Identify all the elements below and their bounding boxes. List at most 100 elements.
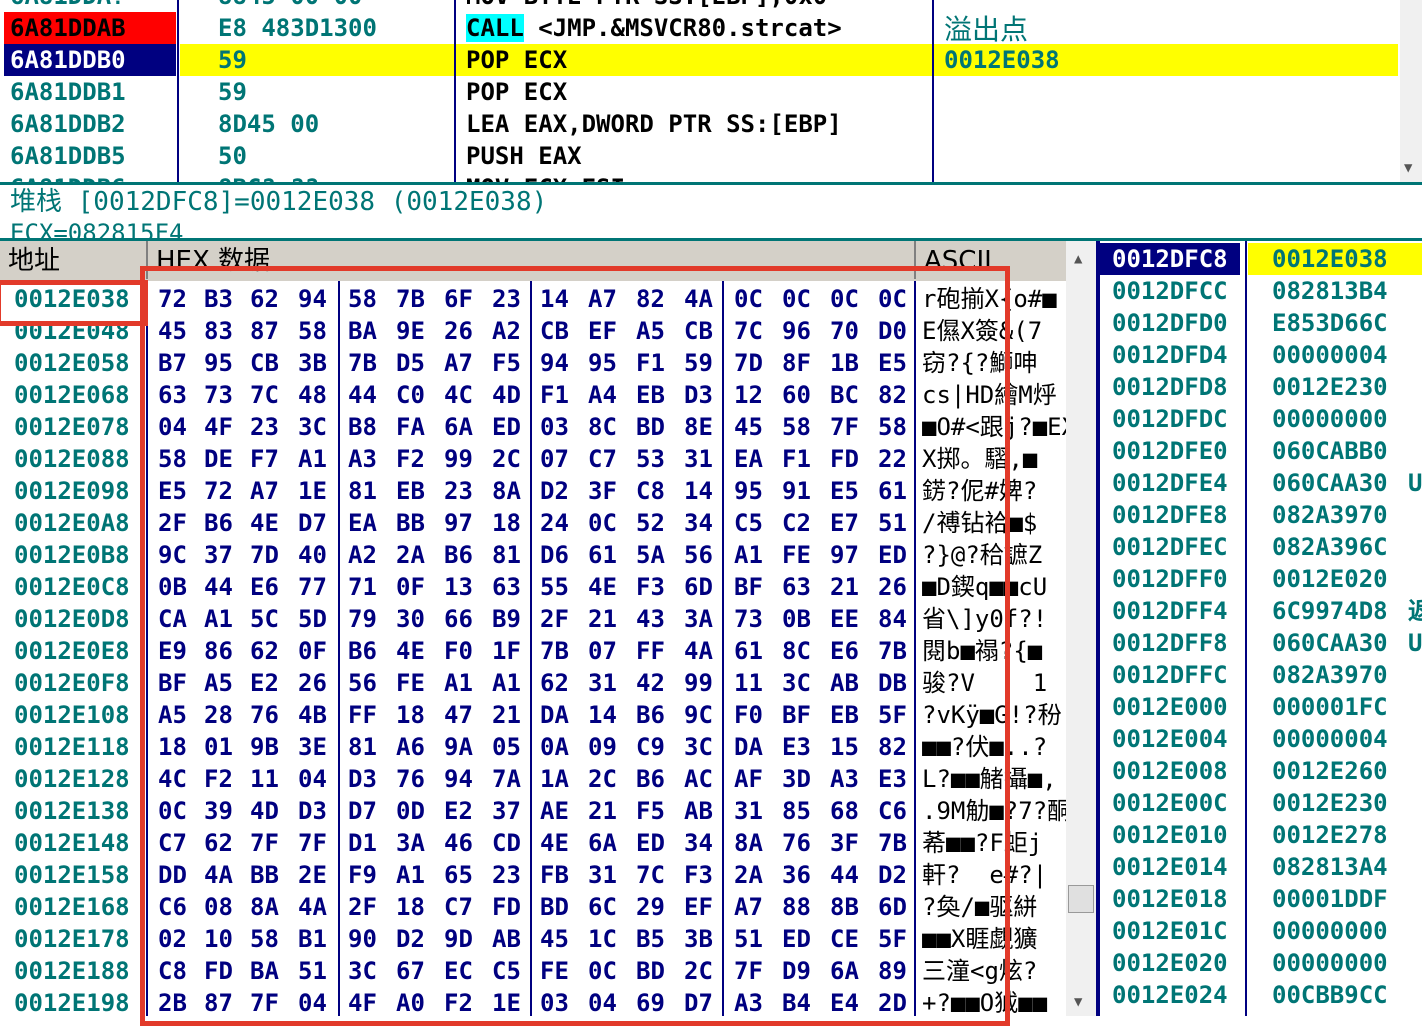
dump-hex-byte[interactable]: 10 [204,923,233,955]
dump-hex-byte[interactable]: 9B [250,731,279,763]
dump-hex-byte[interactable]: 18 [158,731,187,763]
dump-hex-byte[interactable]: 8C [588,411,617,443]
stack-row[interactable]: 0012E00C 0012E230 [1096,787,1422,819]
dump-hex-byte[interactable]: B8 [348,411,377,443]
dump-hex-byte[interactable]: 07 [588,635,617,667]
dump-hex-byte[interactable]: DE [204,443,233,475]
dump-hex-byte[interactable]: 6A [830,955,859,987]
dump-hex-byte[interactable]: 42 [636,667,665,699]
dump-hex-byte[interactable]: 61 [734,635,763,667]
dump-row[interactable]: 0012E098 E5 72 A7 1E 81 EB 23 8A D2 3F C8 14 95 91 E5 61… [0,475,1066,507]
dump-hex-byte[interactable]: 3A [684,603,713,635]
dump-hex-byte[interactable]: 31 [734,795,763,827]
dump-hex-byte[interactable]: 88 [782,891,811,923]
dump-row[interactable]: 0012E118 18 01 9B 3E 81 A6 9A 05 0A 09 C9 3C DA E3 15 82… [0,731,1066,763]
dump-hex-byte[interactable]: 40 [298,539,327,571]
dump-hex-byte[interactable]: 2F [158,507,187,539]
dump-hex-byte[interactable]: 9C [684,699,713,731]
dump-hex-byte[interactable]: D1 [348,827,377,859]
dump-hex-byte[interactable]: 1E [492,987,521,1016]
dump-hex-byte[interactable]: E5 [878,347,907,379]
dump-hex-byte[interactable]: 8A [734,827,763,859]
dump-hex-byte[interactable]: 21 [492,699,521,731]
dump-hex-byte[interactable]: D3 [298,795,327,827]
stack-row[interactable]: 0012E008 0012E260 [1096,755,1422,787]
dump-hex-byte[interactable]: ED [636,827,665,859]
dump-hex-byte[interactable]: A4 [588,379,617,411]
stack-row[interactable]: 0012E004 00000004 [1096,723,1422,755]
dump-row[interactable]: 0012E058 B7 95 CB 3B 7B D5 A7 F5 94 95 F1 59 7D 8F 1B E5… [0,347,1066,379]
dump-hex-byte[interactable]: A5 [158,699,187,731]
dump-hex-byte[interactable]: FD [492,891,521,923]
dump-hex-byte[interactable]: FE [782,539,811,571]
dump-hex-byte[interactable]: 04 [588,987,617,1016]
dump-hex-byte[interactable]: 62 [204,827,233,859]
dump-hex-byte[interactable]: 8A [492,475,521,507]
dump-hex-byte[interactable]: 76 [250,699,279,731]
dump-hex-byte[interactable]: 8C [782,635,811,667]
stack-row[interactable]: 0012DFE4 060CAA30 U [1096,467,1422,499]
dump-hex-byte[interactable]: 83 [204,315,233,347]
dump-hex-byte[interactable]: 72 [158,283,187,315]
dump-hex-byte[interactable]: 24 [540,507,569,539]
dump-hex-byte[interactable]: 58 [298,315,327,347]
dump-hex-byte[interactable]: 91 [782,475,811,507]
dump-hex-byte[interactable]: F1 [782,443,811,475]
dump-hex-byte[interactable]: C8 [158,955,187,987]
dump-hex-byte[interactable]: 4C [444,379,473,411]
dump-hex-byte[interactable]: D2 [540,475,569,507]
dump-hex-byte[interactable]: 6D [684,571,713,603]
dump-hex-byte[interactable]: B7 [158,347,187,379]
dump-hex-byte[interactable]: 7B [396,283,425,315]
dump-hex-byte[interactable]: 82 [878,379,907,411]
dump-hex-byte[interactable]: 8E [684,411,713,443]
dump-hex-byte[interactable]: C5 [734,507,763,539]
dump-hex-byte[interactable]: A3 [734,987,763,1016]
dump-row[interactable]: 0012E048 45 83 87 58 BA 9E 26 A2 CB EF A5 CB 7C 96 70 D0… [0,315,1066,347]
dump-hex-byte[interactable]: 96 [782,315,811,347]
dump-hex-byte[interactable]: 14 [540,283,569,315]
dump-hex-byte[interactable]: 4E [588,571,617,603]
dump-hex-byte[interactable]: A1 [204,603,233,635]
dump-hex-byte[interactable]: 61 [878,475,907,507]
disasm-row[interactable]: 6A81DDB5 50 PUSH EAX [0,140,1408,172]
dump-hex-byte[interactable]: 14 [588,699,617,731]
dump-hex-byte[interactable]: 89 [878,955,907,987]
dump-hex-byte[interactable]: 68 [830,795,859,827]
dump-hex-byte[interactable]: 51 [298,955,327,987]
dump-hex-byte[interactable]: B3 [204,283,233,315]
dump-hex-byte[interactable]: 18 [396,891,425,923]
disasm-scrollbar[interactable]: ▼ [1400,0,1422,182]
dump-hex-byte[interactable]: 03 [540,987,569,1016]
dump-row[interactable]: 0012E158 DD 4A BB 2E F9 A1 65 23 FB 31 7C F3 2A 36 44 D2… [0,859,1066,891]
dump-hex-byte[interactable]: 04 [298,987,327,1016]
memory-dump-pane[interactable]: 地址 HEX 数据 ASCII 0012E038 72 B3 62 94 58 7B 6F 23… [0,241,1096,1016]
dump-hex-byte[interactable]: D7 [684,987,713,1016]
dump-hex-byte[interactable]: 1F [492,635,521,667]
dump-hex-byte[interactable]: 7C [250,379,279,411]
dump-row[interactable]: 0012E038 72 B3 62 94 58 7B 6F 23 14 A7 82 4A 0C 0C 0C 0C… [0,283,1066,315]
dump-hex-byte[interactable]: D9 [782,955,811,987]
dump-hex-byte[interactable]: C6 [158,891,187,923]
dump-hex-byte[interactable]: 26 [878,571,907,603]
dump-hex-byte[interactable]: C2 [782,507,811,539]
dump-hex-byte[interactable]: 4A [204,859,233,891]
dump-hex-byte[interactable]: 1A [540,763,569,795]
dump-hex-byte[interactable]: 01 [204,731,233,763]
disasm-row[interactable]: 6A81DDAB E8 483D1300 CALL <JMP.&MSVCR80.… [0,12,1408,46]
dump-row[interactable]: 0012E068 63 73 7C 48 44 C0 4C 4D F1 A4 EB D3 12 60 BC 82… [0,379,1066,411]
dump-hex-byte[interactable]: AB [830,667,859,699]
dump-hex-byte[interactable]: 2C [588,763,617,795]
stack-row[interactable]: 0012DFF0 0012E020 [1096,563,1422,595]
dump-hex-byte[interactable]: 04 [298,763,327,795]
dump-hex-byte[interactable]: 63 [782,571,811,603]
dump-hex-byte[interactable]: F5 [492,347,521,379]
dump-hex-byte[interactable]: A1 [444,667,473,699]
dump-hex-byte[interactable]: 3C [348,955,377,987]
dump-hex-byte[interactable]: FE [540,955,569,987]
dump-hex-byte[interactable]: 26 [444,315,473,347]
dump-hex-byte[interactable]: 1E [298,475,327,507]
dump-hex-byte[interactable]: 60 [782,379,811,411]
stack-row[interactable]: 0012DFCC 082813B4 [1096,275,1422,307]
dump-hex-byte[interactable]: 70 [830,315,859,347]
